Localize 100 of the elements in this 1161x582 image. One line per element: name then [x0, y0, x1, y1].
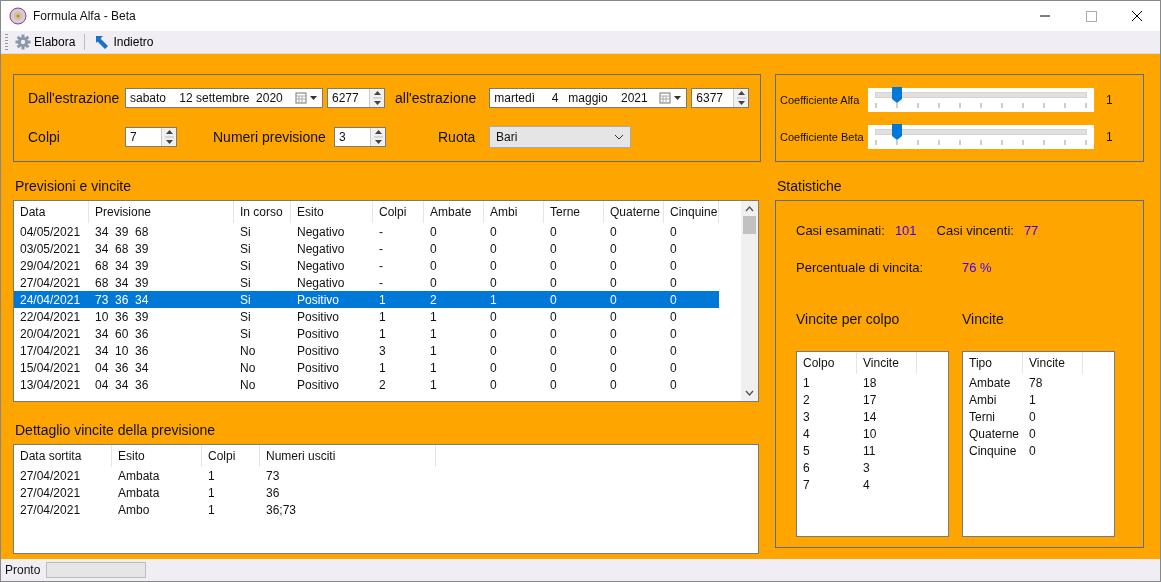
- number-field[interactable]: 6377: [691, 88, 750, 108]
- list-row[interactable]: 03/05/2021 34 68 39 Si Negativo - 0 0 0 0 0: [14, 240, 719, 257]
- column-header[interactable]: Colpi: [202, 445, 260, 467]
- table-cell-text: 0: [669, 241, 678, 256]
- list-row[interactable]: 04/05/2021 34 39 68 Si Negativo - 0 0 0 0 0: [14, 223, 719, 240]
- calendar-dropdown-icon[interactable]: [659, 92, 684, 104]
- slider-thumb[interactable]: [892, 124, 902, 140]
- table-cell-text: 34 10 36: [94, 343, 150, 358]
- table-cell-text: Si: [239, 258, 252, 273]
- table-cell-text: 22/04/2021: [19, 309, 82, 324]
- table-cell-text: No: [239, 377, 257, 392]
- table-cell-text: 68 34 39: [94, 258, 150, 273]
- slider[interactable]: [868, 124, 1094, 149]
- list-row[interactable]: 24/04/2021 73 36 34 Si Positivo 1 2 1 0 0 0: [14, 291, 719, 308]
- column-header[interactable]: Cinquine: [664, 201, 719, 223]
- table-cell-text: 1: [1028, 392, 1037, 407]
- table-cell-text: 04/05/2021: [19, 224, 82, 239]
- table-cell-text: Si: [239, 275, 252, 290]
- toolbar-button[interactable]: Elabora: [12, 33, 79, 51]
- spin-buttons[interactable]: [733, 89, 749, 107]
- column-header[interactable]: Quaterne: [604, 201, 664, 223]
- table-cell-text: Ambata: [117, 468, 161, 483]
- table-cell-text: 0: [669, 343, 678, 358]
- scroll-down-icon[interactable]: [745, 388, 754, 397]
- column-header[interactable]: Colpi: [373, 201, 424, 223]
- scroll-up-icon[interactable]: [745, 205, 754, 214]
- list-row[interactable]: 27/04/2021 68 34 39 Si Negativo - 0 0 0 0 0: [14, 274, 719, 291]
- table-cell-text: 73 36 34: [94, 292, 150, 307]
- column-header[interactable]: Esito: [112, 445, 202, 467]
- column-header[interactable]: Ambi: [484, 201, 544, 223]
- dropdown[interactable]: Bari: [489, 126, 631, 148]
- spin-buttons[interactable]: [161, 128, 176, 146]
- column-header[interactable]: Esito: [291, 201, 373, 223]
- slider-label: Coefficiente Alfa: [780, 93, 861, 106]
- list-row[interactable]: 13/04/2021 04 34 36 No Positivo 2 1 0 0 0 0: [14, 376, 719, 393]
- spin-buttons[interactable]: [370, 128, 385, 146]
- column-header[interactable]: Vincite: [1023, 352, 1083, 374]
- table-cell-text: 6: [802, 460, 811, 475]
- table-cell-text: Si: [239, 292, 252, 307]
- column-header[interactable]: Tipo: [963, 352, 1023, 374]
- table-cell-text: Positivo: [296, 292, 341, 307]
- table-cell-text: Positivo: [296, 377, 341, 392]
- field-label: Ruota: [438, 129, 477, 145]
- calendar-dropdown-icon[interactable]: [295, 92, 319, 104]
- column-header[interactable]: Numeri usciti: [260, 445, 436, 467]
- toolbar-button[interactable]: Indietro: [91, 33, 157, 51]
- column-header[interactable]: Data sortita: [14, 445, 112, 467]
- table-cell-text: -: [378, 258, 384, 273]
- field-label: Numeri previsione: [213, 129, 327, 145]
- table-cell-text: 0: [489, 258, 498, 273]
- table-cell-text: 24/04/2021: [19, 292, 82, 307]
- scrollbar[interactable]: [741, 201, 758, 401]
- spin-buttons[interactable]: [369, 89, 384, 107]
- table-cell-text: 1: [207, 468, 216, 483]
- window-title: Formula Alfa - Beta: [33, 9, 137, 23]
- list-view[interactable]: Tipo Vincite Ambate 78 Ambi 1 Terni 0 Quaterne 0 Cinquine 0: [962, 351, 1115, 537]
- field-label: Dall'estrazione: [28, 90, 121, 106]
- list-row[interactable]: 29/04/2021 68 34 39 Si Negativo - 0 0 0 0 0: [14, 257, 719, 274]
- date-picker[interactable]: martedì 4 maggio 2021: [489, 88, 688, 108]
- column-header[interactable]: Colpo: [797, 352, 857, 374]
- stat-label: Casi esaminati:: [796, 223, 885, 238]
- slider-value: 1: [1106, 92, 1113, 107]
- table-cell-text: 0: [549, 377, 558, 392]
- list-view[interactable]: [13, 200, 759, 402]
- table-cell-text: Ambi: [968, 392, 998, 407]
- table-cell-text: 1: [802, 375, 811, 390]
- table-cell-text: 4: [802, 426, 811, 441]
- column-header[interactable]: Previsione: [89, 201, 234, 223]
- list-row[interactable]: 15/04/2021 04 36 34 No Positivo 1 1 0 0 0 0: [14, 359, 719, 376]
- status-text: Pronto: [5, 563, 41, 577]
- column-header[interactable]: Terne: [544, 201, 604, 223]
- table-cell-text: 3: [378, 343, 387, 358]
- table-cell-text: 0: [669, 377, 678, 392]
- table-cell-text: 0: [549, 241, 558, 256]
- table-cell-text: 04 36 34: [94, 360, 150, 375]
- table-cell-text: 34 68 39: [94, 241, 150, 256]
- table-cell-text: 0: [609, 224, 618, 239]
- column-header[interactable]: In corso: [234, 201, 291, 223]
- number-field[interactable]: 7: [125, 127, 177, 147]
- scroll-thumb[interactable]: [743, 216, 756, 234]
- slider-thumb[interactable]: [892, 87, 902, 103]
- list-row[interactable]: 17/04/2021 34 10 36 No Positivo 3 1 0 0 0 0: [14, 342, 719, 359]
- list-row[interactable]: 20/04/2021 34 60 36 Si Positivo 1 1 0 0 0 0: [14, 325, 719, 342]
- slider-label: Coefficiente Beta: [780, 130, 865, 143]
- column-header[interactable]: Ambate: [424, 201, 484, 223]
- table-cell-text: Ambo: [117, 502, 151, 517]
- table-cell-text: 0: [549, 224, 558, 239]
- list-view[interactable]: Colpo Vincite 1 18 2 17 3 14 4 10 5 11 6 3 7 4: [796, 351, 949, 537]
- date-picker[interactable]: sabato 12 settembre 2020: [125, 88, 323, 108]
- column-header[interactable]: Vincite: [857, 352, 917, 374]
- table-cell-text: 29/04/2021: [19, 258, 82, 273]
- section-title: Statistiche: [776, 177, 843, 196]
- table-cell-text: Si: [239, 326, 252, 341]
- number-field[interactable]: 6277: [327, 88, 385, 108]
- column-header[interactable]: Data: [14, 201, 89, 223]
- number-field[interactable]: 3: [334, 127, 386, 147]
- slider-value: 1: [1106, 129, 1113, 144]
- slider[interactable]: [868, 87, 1094, 112]
- list-row[interactable]: 22/04/2021 10 36 39 Si Positivo 1 1 0 0 0 0: [14, 308, 719, 325]
- list-view[interactable]: Data sortita Esito Colpi Numeri usciti 27/04/2021 Ambata 1 73 27/04/2021 Ambata 1 36 27/04/2021 Ambo 1 36;73: [13, 444, 759, 554]
